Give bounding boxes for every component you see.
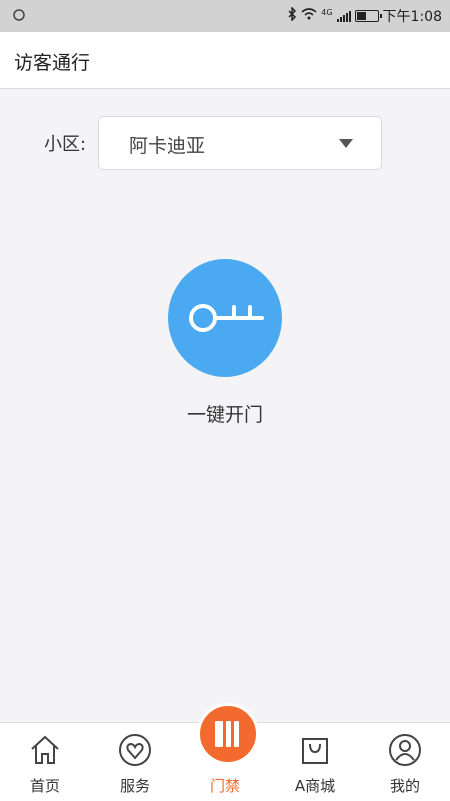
heart-icon [119, 734, 151, 766]
title-bar: 访客通行 [0, 32, 450, 89]
unlock-button[interactable] [168, 259, 282, 377]
door-icon [215, 721, 239, 747]
tab-label: 服务 [119, 777, 150, 795]
notification-icon [12, 8, 26, 26]
door-icon-button[interactable] [197, 703, 259, 765]
unlock-label: 一键开门 [186, 404, 263, 426]
tab-label: A商城 [294, 777, 336, 795]
tab-label: 我的 [389, 777, 420, 795]
wifi-icon [301, 8, 317, 24]
page-title: 访客通行 [14, 52, 91, 74]
tab-home[interactable]: 首页 [0, 723, 90, 801]
home-icon [31, 735, 59, 764]
community-selected-value: 阿卡迪亚 [129, 135, 206, 157]
status-bar: 4G 下午1:08 [0, 0, 450, 32]
shopping-bag-icon [302, 738, 328, 764]
signal-icon [336, 10, 351, 22]
community-label: 小区: [44, 134, 87, 155]
tab-mall[interactable]: A商城 [270, 723, 360, 801]
dropdown-arrow-icon [339, 139, 353, 148]
tab-mine[interactable]: 我的 [360, 723, 450, 801]
tab-service[interactable]: 服务 [90, 723, 180, 801]
user-icon [389, 734, 421, 766]
network-type: 4G [321, 7, 333, 17]
bluetooth-icon [287, 6, 297, 25]
battery-icon [354, 10, 382, 22]
key-icon [189, 304, 264, 332]
tab-label: 首页 [29, 777, 60, 795]
status-time: 下午1:08 [382, 9, 442, 25]
tab-label: 门禁 [209, 777, 240, 795]
community-select[interactable]: 阿卡迪亚 [98, 116, 382, 170]
